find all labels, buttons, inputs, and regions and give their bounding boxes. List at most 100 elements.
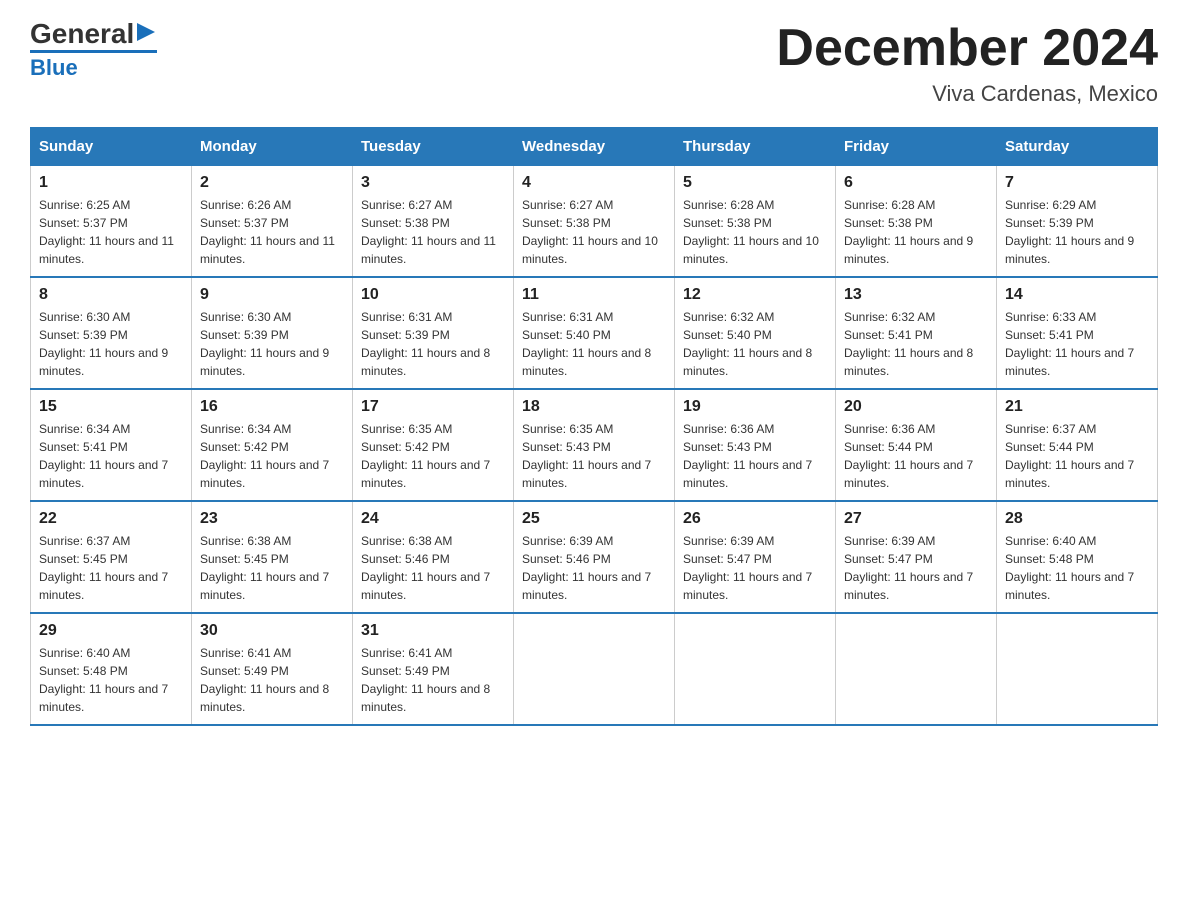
- table-row: [997, 613, 1158, 725]
- day-info: Sunrise: 6:41 AMSunset: 5:49 PMDaylight:…: [361, 644, 505, 716]
- table-row: 30Sunrise: 6:41 AMSunset: 5:49 PMDayligh…: [192, 613, 353, 725]
- day-info: Sunrise: 6:35 AMSunset: 5:43 PMDaylight:…: [522, 420, 666, 492]
- calendar-table: Sunday Monday Tuesday Wednesday Thursday…: [30, 127, 1158, 726]
- day-info: Sunrise: 6:33 AMSunset: 5:41 PMDaylight:…: [1005, 308, 1149, 380]
- col-saturday: Saturday: [997, 128, 1158, 166]
- day-number: 8: [39, 286, 183, 304]
- table-row: 11 Sunrise: 6:31 AMSunset: 5:40 PMDayligh…: [514, 277, 675, 389]
- day-number: 19: [683, 398, 827, 416]
- day-number: 5: [683, 174, 827, 192]
- table-row: 3Sunrise: 6:27 AMSunset: 5:38 PMDaylight…: [353, 166, 514, 278]
- day-info: Sunrise: 6:37 AMSunset: 5:44 PMDaylight:…: [1005, 420, 1149, 492]
- day-number: 12: [683, 286, 827, 304]
- col-monday: Monday: [192, 128, 353, 166]
- col-thursday: Thursday: [675, 128, 836, 166]
- table-row: 12 Sunrise: 6:32 AMSunset: 5:40 PMDayligh…: [675, 277, 836, 389]
- day-number: 20: [844, 398, 988, 416]
- day-number: 7: [1005, 174, 1149, 192]
- calendar-week-row: 15 Sunrise: 6:34 AMSunset: 5:41 PMDayligh…: [31, 389, 1158, 501]
- table-row: 8Sunrise: 6:30 AMSunset: 5:39 PMDaylight…: [31, 277, 192, 389]
- table-row: 13 Sunrise: 6:32 AMSunset: 5:41 PMDayligh…: [836, 277, 997, 389]
- table-row: 2 Sunrise: 6:26 AMSunset: 5:37 PMDaylight…: [192, 166, 353, 278]
- col-wednesday: Wednesday: [514, 128, 675, 166]
- table-row: 22 Sunrise: 6:37 AMSunset: 5:45 PMDayligh…: [31, 501, 192, 613]
- calendar-week-row: 22 Sunrise: 6:37 AMSunset: 5:45 PMDayligh…: [31, 501, 1158, 613]
- title-area: December 2024 Viva Cardenas, Mexico: [776, 20, 1158, 107]
- day-number: 11: [522, 286, 666, 304]
- day-number: 4: [522, 174, 666, 192]
- day-number: 22: [39, 510, 183, 528]
- day-info: Sunrise: 6:30 AMSunset: 5:39 PMDaylight:…: [200, 308, 344, 380]
- day-number: 28: [1005, 510, 1149, 528]
- table-row: 20 Sunrise: 6:36 AMSunset: 5:44 PMDayligh…: [836, 389, 997, 501]
- col-sunday: Sunday: [31, 128, 192, 166]
- table-row: 21Sunrise: 6:37 AMSunset: 5:44 PMDayligh…: [997, 389, 1158, 501]
- table-row: [514, 613, 675, 725]
- table-row: 19 Sunrise: 6:36 AMSunset: 5:43 PMDayligh…: [675, 389, 836, 501]
- day-info: Sunrise: 6:39 AMSunset: 5:47 PMDaylight:…: [683, 532, 827, 604]
- day-info: Sunrise: 6:25 AMSunset: 5:37 PMDaylight:…: [39, 196, 183, 268]
- table-row: 15 Sunrise: 6:34 AMSunset: 5:41 PMDayligh…: [31, 389, 192, 501]
- day-info: Sunrise: 6:32 AMSunset: 5:40 PMDaylight:…: [683, 308, 827, 380]
- table-row: 1 Sunrise: 6:25 AMSunset: 5:37 PMDaylight…: [31, 166, 192, 278]
- day-info: Sunrise: 6:40 AMSunset: 5:48 PMDaylight:…: [39, 644, 183, 716]
- logo-blue: Blue: [30, 55, 78, 81]
- day-number: 24: [361, 510, 505, 528]
- day-info: Sunrise: 6:41 AMSunset: 5:49 PMDaylight:…: [200, 644, 344, 716]
- day-info: Sunrise: 6:29 AMSunset: 5:39 PMDaylight:…: [1005, 196, 1149, 268]
- day-info: Sunrise: 6:31 AMSunset: 5:40 PMDaylight:…: [522, 308, 666, 380]
- table-row: 18Sunrise: 6:35 AMSunset: 5:43 PMDayligh…: [514, 389, 675, 501]
- table-row: 4 Sunrise: 6:27 AMSunset: 5:38 PMDaylight…: [514, 166, 675, 278]
- day-number: 27: [844, 510, 988, 528]
- day-info: Sunrise: 6:38 AMSunset: 5:45 PMDaylight:…: [200, 532, 344, 604]
- day-number: 15: [39, 398, 183, 416]
- col-tuesday: Tuesday: [353, 128, 514, 166]
- table-row: 14Sunrise: 6:33 AMSunset: 5:41 PMDayligh…: [997, 277, 1158, 389]
- day-info: Sunrise: 6:27 AMSunset: 5:38 PMDaylight:…: [522, 196, 666, 268]
- day-number: 13: [844, 286, 988, 304]
- day-info: Sunrise: 6:39 AMSunset: 5:47 PMDaylight:…: [844, 532, 988, 604]
- page-header: General Blue December 2024 Viva Cardenas…: [30, 20, 1158, 107]
- day-info: Sunrise: 6:36 AMSunset: 5:44 PMDaylight:…: [844, 420, 988, 492]
- day-number: 16: [200, 398, 344, 416]
- day-number: 31: [361, 622, 505, 640]
- day-info: Sunrise: 6:37 AMSunset: 5:45 PMDaylight:…: [39, 532, 183, 604]
- day-info: Sunrise: 6:28 AMSunset: 5:38 PMDaylight:…: [683, 196, 827, 268]
- table-row: 10 Sunrise: 6:31 AMSunset: 5:39 PMDayligh…: [353, 277, 514, 389]
- table-row: 25Sunrise: 6:39 AMSunset: 5:46 PMDayligh…: [514, 501, 675, 613]
- day-info: Sunrise: 6:34 AMSunset: 5:41 PMDaylight:…: [39, 420, 183, 492]
- table-row: 16 Sunrise: 6:34 AMSunset: 5:42 PMDayligh…: [192, 389, 353, 501]
- day-number: 2: [200, 174, 344, 192]
- table-row: 29Sunrise: 6:40 AMSunset: 5:48 PMDayligh…: [31, 613, 192, 725]
- month-title: December 2024: [776, 20, 1158, 77]
- table-row: 23Sunrise: 6:38 AMSunset: 5:45 PMDayligh…: [192, 501, 353, 613]
- table-row: 28Sunrise: 6:40 AMSunset: 5:48 PMDayligh…: [997, 501, 1158, 613]
- day-info: Sunrise: 6:26 AMSunset: 5:37 PMDaylight:…: [200, 196, 344, 268]
- table-row: 31 Sunrise: 6:41 AMSunset: 5:49 PMDayligh…: [353, 613, 514, 725]
- table-row: [675, 613, 836, 725]
- table-row: 27 Sunrise: 6:39 AMSunset: 5:47 PMDayligh…: [836, 501, 997, 613]
- table-row: 6Sunrise: 6:28 AMSunset: 5:38 PMDaylight…: [836, 166, 997, 278]
- table-row: 17Sunrise: 6:35 AMSunset: 5:42 PMDayligh…: [353, 389, 514, 501]
- table-row: 26 Sunrise: 6:39 AMSunset: 5:47 PMDayligh…: [675, 501, 836, 613]
- logo-general: General: [30, 20, 134, 48]
- location-title: Viva Cardenas, Mexico: [776, 81, 1158, 107]
- day-info: Sunrise: 6:39 AMSunset: 5:46 PMDaylight:…: [522, 532, 666, 604]
- day-info: Sunrise: 6:34 AMSunset: 5:42 PMDaylight:…: [200, 420, 344, 492]
- day-info: Sunrise: 6:31 AMSunset: 5:39 PMDaylight:…: [361, 308, 505, 380]
- table-row: 5 Sunrise: 6:28 AMSunset: 5:38 PMDaylight…: [675, 166, 836, 278]
- day-number: 10: [361, 286, 505, 304]
- calendar-week-row: 29Sunrise: 6:40 AMSunset: 5:48 PMDayligh…: [31, 613, 1158, 725]
- day-info: Sunrise: 6:36 AMSunset: 5:43 PMDaylight:…: [683, 420, 827, 492]
- col-friday: Friday: [836, 128, 997, 166]
- day-number: 26: [683, 510, 827, 528]
- calendar-header-row: Sunday Monday Tuesday Wednesday Thursday…: [31, 128, 1158, 166]
- table-row: 9 Sunrise: 6:30 AMSunset: 5:39 PMDaylight…: [192, 277, 353, 389]
- day-number: 9: [200, 286, 344, 304]
- logo-divider: [30, 50, 157, 53]
- day-info: Sunrise: 6:32 AMSunset: 5:41 PMDaylight:…: [844, 308, 988, 380]
- day-info: Sunrise: 6:35 AMSunset: 5:42 PMDaylight:…: [361, 420, 505, 492]
- day-number: 1: [39, 174, 183, 192]
- table-row: 24Sunrise: 6:38 AMSunset: 5:46 PMDayligh…: [353, 501, 514, 613]
- day-info: Sunrise: 6:28 AMSunset: 5:38 PMDaylight:…: [844, 196, 988, 268]
